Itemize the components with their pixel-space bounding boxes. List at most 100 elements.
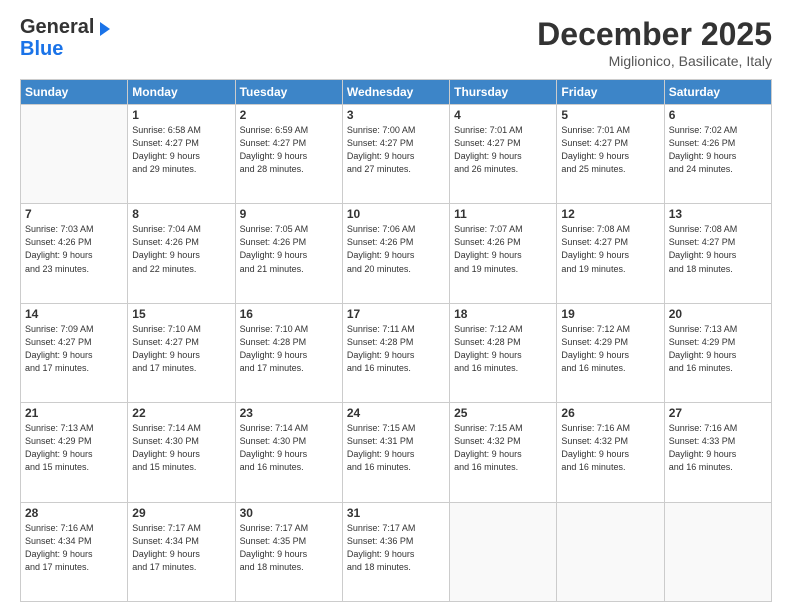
location-title: Miglionico, Basilicate, Italy	[537, 53, 772, 69]
table-row: 2Sunrise: 6:59 AM Sunset: 4:27 PM Daylig…	[235, 105, 342, 204]
day-info: Sunrise: 7:17 AM Sunset: 4:34 PM Dayligh…	[132, 522, 230, 574]
day-info: Sunrise: 7:16 AM Sunset: 4:34 PM Dayligh…	[25, 522, 123, 574]
day-number: 11	[454, 207, 552, 221]
table-row: 16 Sunrise: 7:10 AM Sunset: 4:28 PM Dayli…	[235, 303, 342, 402]
calendar-week-row: 28 Sunrise: 7:16 AM Sunset: 4:34 PM Dayli…	[21, 502, 772, 601]
day-info: Sunrise: 7:00 AM Sunset: 4:27 PM Dayligh…	[347, 124, 445, 176]
table-row: 25 Sunrise: 7:15 AM Sunset: 4:32 PM Dayli…	[450, 403, 557, 502]
day-number: 6	[669, 108, 767, 122]
table-row: 5Sunrise: 7:01 AM Sunset: 4:27 PM Daylig…	[557, 105, 664, 204]
day-info: Sunrise: 7:01 AM Sunset: 4:27 PM Dayligh…	[561, 124, 659, 176]
day-number: 25	[454, 406, 552, 420]
day-number: 27	[669, 406, 767, 420]
day-info: Sunrise: 7:02 AM Sunset: 4:26 PM Dayligh…	[669, 124, 767, 176]
day-info: Sunrise: 7:15 AM Sunset: 4:31 PM Dayligh…	[347, 422, 445, 474]
day-number: 24	[347, 406, 445, 420]
col-sunday: Sunday	[21, 80, 128, 105]
day-info: Sunrise: 7:10 AM Sunset: 4:28 PM Dayligh…	[240, 323, 338, 375]
table-row: 8Sunrise: 7:04 AM Sunset: 4:26 PM Daylig…	[128, 204, 235, 303]
day-info: Sunrise: 7:13 AM Sunset: 4:29 PM Dayligh…	[25, 422, 123, 474]
day-number: 4	[454, 108, 552, 122]
day-info: Sunrise: 7:04 AM Sunset: 4:26 PM Dayligh…	[132, 223, 230, 275]
table-row: 14 Sunrise: 7:09 AM Sunset: 4:27 PM Dayli…	[21, 303, 128, 402]
table-row: 22 Sunrise: 7:14 AM Sunset: 4:30 PM Dayli…	[128, 403, 235, 502]
day-number: 23	[240, 406, 338, 420]
table-row: 28 Sunrise: 7:16 AM Sunset: 4:34 PM Dayli…	[21, 502, 128, 601]
day-info: Sunrise: 7:14 AM Sunset: 4:30 PM Dayligh…	[132, 422, 230, 474]
logo-blue: Blue	[20, 39, 63, 59]
day-number: 26	[561, 406, 659, 420]
day-info: Sunrise: 7:13 AM Sunset: 4:29 PM Dayligh…	[669, 323, 767, 375]
day-info: Sunrise: 7:06 AM Sunset: 4:26 PM Dayligh…	[347, 223, 445, 275]
day-number: 1	[132, 108, 230, 122]
day-info: Sunrise: 7:17 AM Sunset: 4:36 PM Dayligh…	[347, 522, 445, 574]
table-row	[21, 105, 128, 204]
table-row: 11Sunrise: 7:07 AM Sunset: 4:26 PM Dayli…	[450, 204, 557, 303]
table-row: 26 Sunrise: 7:16 AM Sunset: 4:32 PM Dayli…	[557, 403, 664, 502]
day-number: 2	[240, 108, 338, 122]
day-info: Sunrise: 7:16 AM Sunset: 4:33 PM Dayligh…	[669, 422, 767, 474]
table-row: 10Sunrise: 7:06 AM Sunset: 4:26 PM Dayli…	[342, 204, 449, 303]
day-info: Sunrise: 7:11 AM Sunset: 4:28 PM Dayligh…	[347, 323, 445, 375]
col-friday: Friday	[557, 80, 664, 105]
table-row: 13Sunrise: 7:08 AM Sunset: 4:27 PM Dayli…	[664, 204, 771, 303]
day-info: Sunrise: 7:12 AM Sunset: 4:29 PM Dayligh…	[561, 323, 659, 375]
month-title: December 2025	[537, 16, 772, 53]
day-info: Sunrise: 6:58 AM Sunset: 4:27 PM Dayligh…	[132, 124, 230, 176]
table-row: 6 Sunrise: 7:02 AM Sunset: 4:26 PM Daylig…	[664, 105, 771, 204]
day-info: Sunrise: 7:03 AM Sunset: 4:26 PM Dayligh…	[25, 223, 123, 275]
day-info: Sunrise: 7:09 AM Sunset: 4:27 PM Dayligh…	[25, 323, 123, 375]
table-row	[450, 502, 557, 601]
table-row: 4 Sunrise: 7:01 AM Sunset: 4:27 PM Daylig…	[450, 105, 557, 204]
day-number: 20	[669, 307, 767, 321]
calendar-header-row: Sunday Monday Tuesday Wednesday Thursday…	[21, 80, 772, 105]
day-number: 19	[561, 307, 659, 321]
table-row: 27 Sunrise: 7:16 AM Sunset: 4:33 PM Dayli…	[664, 403, 771, 502]
day-number: 9	[240, 207, 338, 221]
table-row: 19 Sunrise: 7:12 AM Sunset: 4:29 PM Dayli…	[557, 303, 664, 402]
calendar-week-row: 7Sunrise: 7:03 AM Sunset: 4:26 PM Daylig…	[21, 204, 772, 303]
table-row: 29 Sunrise: 7:17 AM Sunset: 4:34 PM Dayli…	[128, 502, 235, 601]
table-row: 15Sunrise: 7:10 AM Sunset: 4:27 PM Dayli…	[128, 303, 235, 402]
day-info: Sunrise: 7:08 AM Sunset: 4:27 PM Dayligh…	[669, 223, 767, 275]
calendar-week-row: 21 Sunrise: 7:13 AM Sunset: 4:29 PM Dayli…	[21, 403, 772, 502]
day-info: Sunrise: 7:15 AM Sunset: 4:32 PM Dayligh…	[454, 422, 552, 474]
col-saturday: Saturday	[664, 80, 771, 105]
day-info: Sunrise: 7:16 AM Sunset: 4:32 PM Dayligh…	[561, 422, 659, 474]
day-number: 29	[132, 506, 230, 520]
table-row: 21 Sunrise: 7:13 AM Sunset: 4:29 PM Dayli…	[21, 403, 128, 502]
day-info: Sunrise: 7:12 AM Sunset: 4:28 PM Dayligh…	[454, 323, 552, 375]
day-number: 12	[561, 207, 659, 221]
table-row: 30Sunrise: 7:17 AM Sunset: 4:35 PM Dayli…	[235, 502, 342, 601]
logo-arrow-icon	[96, 20, 114, 38]
table-row: 3Sunrise: 7:00 AM Sunset: 4:27 PM Daylig…	[342, 105, 449, 204]
day-number: 22	[132, 406, 230, 420]
day-number: 17	[347, 307, 445, 321]
logo-general: General	[20, 16, 94, 39]
table-row: 17 Sunrise: 7:11 AM Sunset: 4:28 PM Dayli…	[342, 303, 449, 402]
day-number: 16	[240, 307, 338, 321]
table-row: 24 Sunrise: 7:15 AM Sunset: 4:31 PM Dayli…	[342, 403, 449, 502]
day-info: Sunrise: 7:17 AM Sunset: 4:35 PM Dayligh…	[240, 522, 338, 574]
col-monday: Monday	[128, 80, 235, 105]
day-number: 28	[25, 506, 123, 520]
day-number: 31	[347, 506, 445, 520]
table-row: 20 Sunrise: 7:13 AM Sunset: 4:29 PM Dayli…	[664, 303, 771, 402]
day-info: Sunrise: 7:01 AM Sunset: 4:27 PM Dayligh…	[454, 124, 552, 176]
table-row: 1 Sunrise: 6:58 AM Sunset: 4:27 PM Daylig…	[128, 105, 235, 204]
day-info: Sunrise: 7:08 AM Sunset: 4:27 PM Dayligh…	[561, 223, 659, 275]
table-row: 18Sunrise: 7:12 AM Sunset: 4:28 PM Dayli…	[450, 303, 557, 402]
table-row: 7Sunrise: 7:03 AM Sunset: 4:26 PM Daylig…	[21, 204, 128, 303]
day-info: Sunrise: 7:05 AM Sunset: 4:26 PM Dayligh…	[240, 223, 338, 275]
page: General Blue December 2025 Miglionico, B…	[0, 0, 792, 612]
logo: General Blue	[20, 16, 114, 59]
day-number: 14	[25, 307, 123, 321]
day-number: 21	[25, 406, 123, 420]
title-block: December 2025 Miglionico, Basilicate, It…	[537, 16, 772, 69]
table-row: 12 Sunrise: 7:08 AM Sunset: 4:27 PM Dayli…	[557, 204, 664, 303]
table-row: 23Sunrise: 7:14 AM Sunset: 4:30 PM Dayli…	[235, 403, 342, 502]
col-tuesday: Tuesday	[235, 80, 342, 105]
table-row	[664, 502, 771, 601]
table-row: 31 Sunrise: 7:17 AM Sunset: 4:36 PM Dayli…	[342, 502, 449, 601]
calendar-week-row: 1 Sunrise: 6:58 AM Sunset: 4:27 PM Daylig…	[21, 105, 772, 204]
